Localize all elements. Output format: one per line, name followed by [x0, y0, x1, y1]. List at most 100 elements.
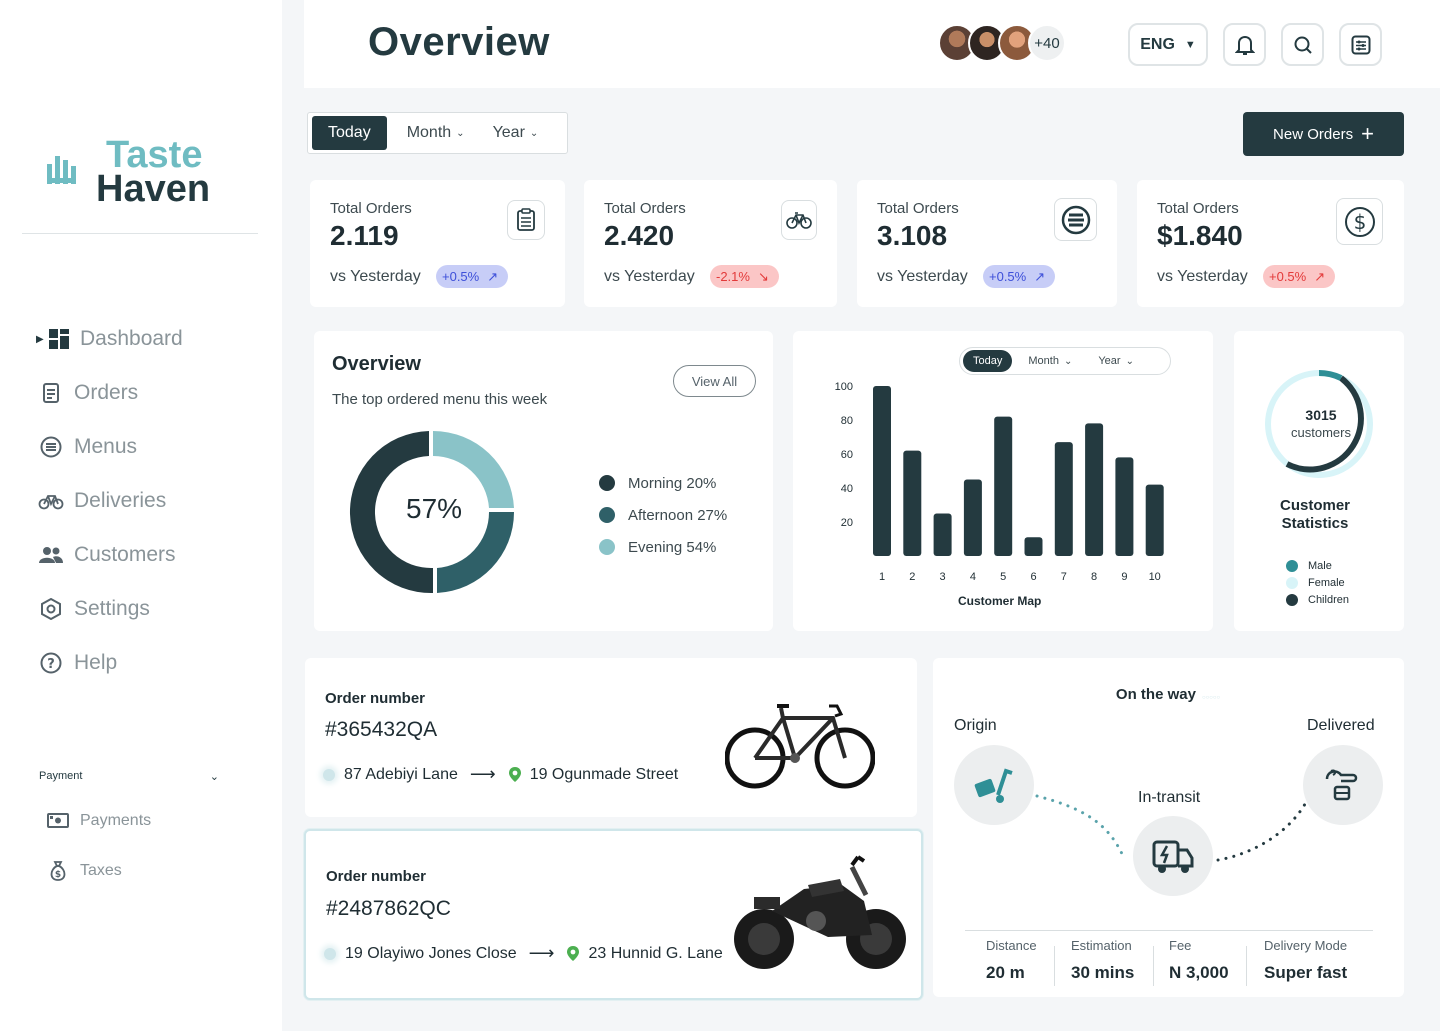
y-tick-label: 20	[841, 517, 853, 529]
stat-change: +0.5%	[1269, 269, 1307, 284]
nav-label-customers: Customers	[74, 543, 176, 566]
chevron-down-icon: ⌄	[529, 127, 539, 139]
payment-heading: Payment	[39, 770, 83, 782]
order-number-label: Order number	[325, 690, 426, 707]
view-all-button[interactable]: View All	[673, 365, 756, 397]
nav-item-dashboard[interactable]: ▶ Dashboard	[36, 312, 183, 366]
bar[interactable]	[1085, 423, 1104, 556]
nav-item-customers[interactable]: Customers	[38, 528, 183, 582]
nav-label-payments: Payments	[80, 812, 152, 829]
bar[interactable]	[1054, 442, 1073, 556]
stat-card[interactable]: Total Orders 2.420 vs Yesterday -2.1% ↘	[584, 180, 837, 307]
bar[interactable]	[903, 450, 922, 556]
legend-dot	[1286, 576, 1298, 589]
detail-value: Super fast	[1264, 963, 1348, 982]
nav-label-help: Help	[74, 651, 118, 674]
location-pin-icon	[508, 766, 522, 783]
search-button[interactable]	[1281, 23, 1324, 66]
stat-card[interactable]: Total Orders $1.840 vs Yesterday +0.5% ↗ …	[1137, 180, 1404, 307]
arrow-down-right-icon: ↘	[757, 268, 769, 284]
active-caret-icon: ▶	[36, 333, 44, 345]
language-select[interactable]: ENG ▼	[1128, 23, 1208, 66]
x-tick-label: 10	[1149, 571, 1161, 583]
filters-button[interactable]	[1339, 23, 1382, 66]
bar[interactable]	[994, 416, 1013, 556]
chart-period-today[interactable]: Today	[963, 350, 1013, 372]
nav-item-deliveries[interactable]: Deliveries	[38, 474, 183, 528]
chart-period-year[interactable]: Year ⌄	[1082, 355, 1144, 367]
brand-logo[interactable]: Taste Haven	[46, 136, 210, 208]
y-tick-label: 80	[841, 415, 853, 427]
detail-separator	[1246, 946, 1247, 986]
svg-text:$: $	[1353, 210, 1366, 234]
donut-legend: Morning 20% Afternoon 27% Evening 54%	[599, 467, 727, 563]
stat-value: 2.119	[330, 220, 399, 251]
notifications-button[interactable]	[1223, 23, 1266, 66]
arrow-up-right-icon: ↗	[1314, 268, 1326, 284]
order-card[interactable]: Order number #365432QA 87 Adebiyi Lane ⟶…	[305, 658, 917, 817]
legend-item: Female	[1286, 574, 1349, 591]
order-number: #2487862QC	[326, 897, 451, 920]
detail-value: N 3,000	[1169, 963, 1229, 982]
nav-item-taxes[interactable]: $ Taxes	[46, 846, 151, 896]
bar[interactable]	[1024, 537, 1043, 556]
bar[interactable]	[1145, 484, 1164, 556]
bar-chart: 100 80 60 40 20 1 2 3 4 5 6 7 8 9 10	[835, 381, 1164, 583]
logo-mark-icon	[47, 156, 76, 184]
order-route: 19 Olayiwo Jones Close ⟶ 23 Hunnid G. La…	[324, 943, 723, 964]
stat-change-badge: +0.5% ↗	[436, 265, 509, 288]
clipboard-icon	[517, 208, 535, 231]
stat-icon-box	[1054, 198, 1097, 241]
stat-icon-box: $	[1336, 198, 1383, 245]
stat-change-badge: -2.1% ↘	[710, 265, 779, 288]
chevron-down-icon: ⌄	[1063, 355, 1073, 367]
detail-key: Fee	[1169, 938, 1192, 953]
legend-item: Children	[1286, 591, 1349, 608]
order-route: 87 Adebiyi Lane ⟶ 19 Ogunmade Street	[323, 764, 678, 785]
bar[interactable]	[873, 386, 891, 556]
customer-count-label: customers	[1291, 425, 1351, 440]
legend-label: Evening 54%	[628, 538, 717, 556]
y-tick-label: 100	[835, 381, 853, 393]
detail-key: Estimation	[1071, 938, 1132, 953]
bar[interactable]	[1115, 457, 1134, 556]
chart-period-today-label: Today	[973, 355, 1003, 367]
chart-period-month[interactable]: Month ⌄	[1012, 355, 1082, 367]
svg-text:?: ?	[47, 657, 55, 672]
customers-icon	[38, 542, 64, 568]
bar[interactable]	[963, 479, 982, 557]
menu-lines-icon	[1061, 205, 1090, 234]
nav-item-menus[interactable]: Menus	[38, 420, 183, 474]
nav-item-orders[interactable]: Orders	[38, 366, 183, 420]
donut-center-value: 57%	[406, 493, 463, 524]
avatar-group[interactable]: +40	[938, 24, 1066, 62]
detail-key: Delivery Mode	[1264, 938, 1348, 953]
nav-item-settings[interactable]: Settings	[38, 582, 183, 636]
customer-legend: Male Female Children	[1286, 557, 1349, 608]
overview-title: Overview	[332, 353, 421, 375]
order-card-selected[interactable]: Order number #2487862QC 19 Olayiwo Jones…	[304, 829, 923, 1000]
period-month[interactable]: Month ⌄	[387, 124, 479, 142]
search-icon	[1294, 36, 1312, 54]
customer-map-card: Today Month ⌄ Year ⌄ 100 80 60 40 20 1 2 3 4 5 6 7 8 9 1…	[793, 331, 1213, 631]
nav-item-payments[interactable]: Payments	[46, 796, 151, 846]
sidebar: Taste Haven ▶ Dashboard Orders Menus Del…	[0, 0, 282, 1031]
legend-item: Morning 20%	[599, 467, 727, 499]
legend-item: Evening 54%	[599, 531, 727, 563]
nav-label-taxes: Taxes	[80, 862, 122, 879]
stat-change: -2.1%	[716, 269, 750, 284]
legend-label: Female	[1308, 576, 1345, 589]
new-orders-button[interactable]: New Orders +	[1243, 112, 1404, 156]
arrow-right-icon: ⟶	[469, 764, 496, 784]
period-year[interactable]: Year ⌄	[479, 124, 553, 142]
nav-item-help[interactable]: ? Help	[38, 636, 183, 690]
y-tick-label: 40	[841, 483, 853, 495]
stat-card[interactable]: Total Orders 2.119 vs Yesterday +0.5% ↗	[310, 180, 565, 307]
bar[interactable]	[933, 513, 952, 557]
period-today-label: Today	[328, 124, 371, 141]
period-today[interactable]: Today	[312, 116, 387, 150]
chart-caption: Customer Map	[958, 594, 1042, 608]
motorcycle-image	[734, 855, 906, 969]
stat-card[interactable]: Total Orders 3.108 vs Yesterday +0.5% ↗	[857, 180, 1117, 307]
payment-section-toggle[interactable]: Payment ⌄	[39, 770, 219, 783]
